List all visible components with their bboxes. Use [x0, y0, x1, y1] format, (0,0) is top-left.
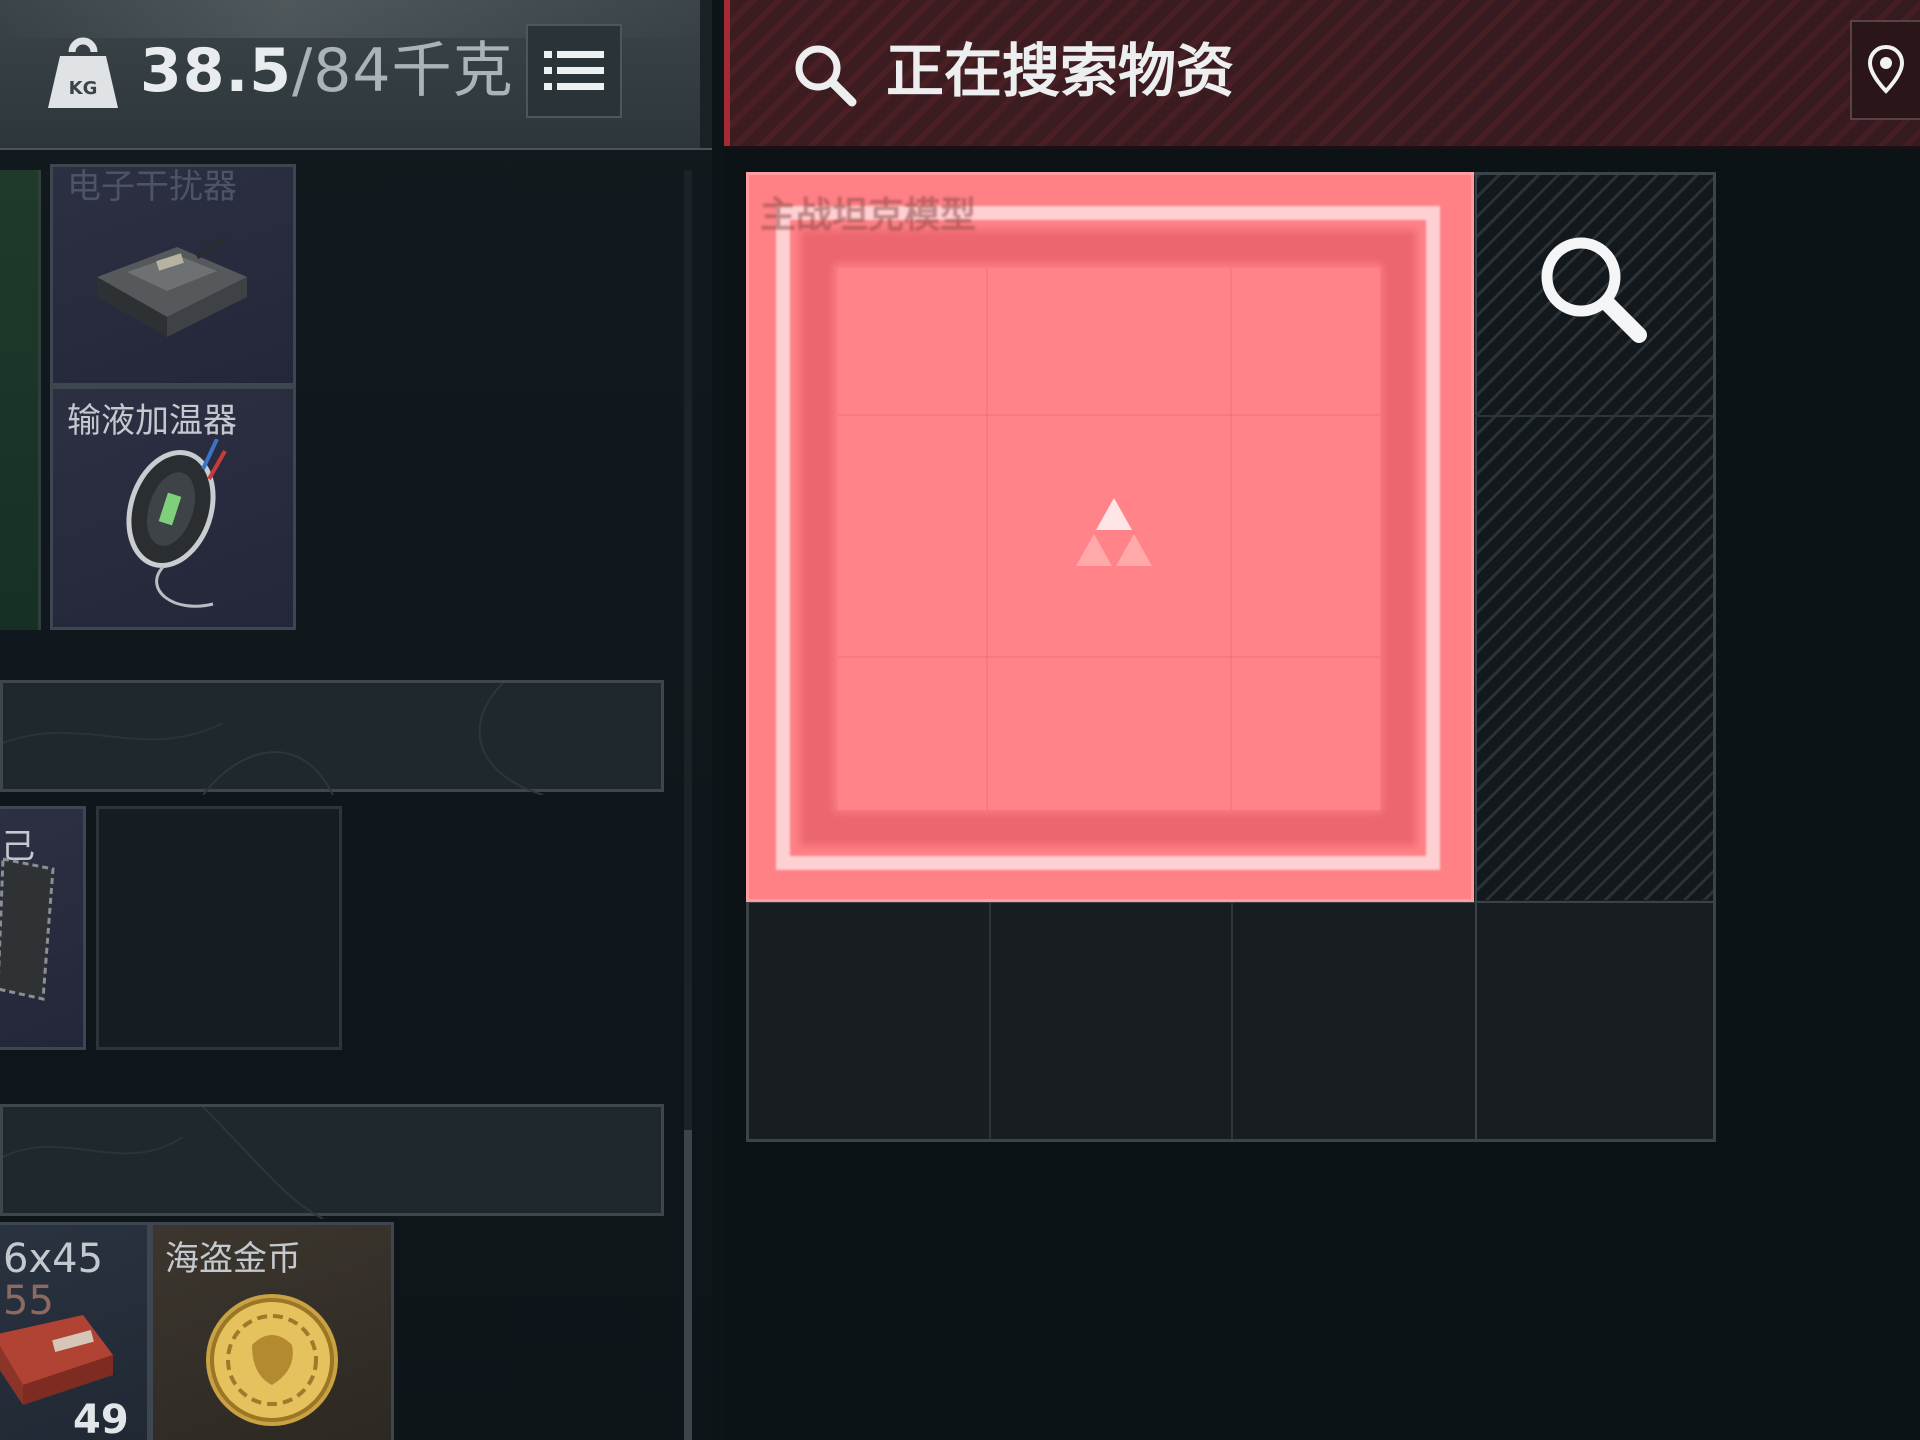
magnifier-icon	[1541, 237, 1647, 343]
carry-weight-capacity: /84千克	[292, 36, 514, 106]
inventory-panel: KG 38.5/84千克 电子干扰器 输液加温器 己 6x45 55 49 海盗…	[0, 0, 712, 1440]
inventory-slot-partial[interactable]	[0, 170, 41, 630]
ammo-label: 6x45	[3, 1236, 104, 1282]
header-divider	[700, 0, 712, 148]
topo-pattern	[3, 1107, 324, 1219]
inventory-item-jammer[interactable]: 电子干扰器	[50, 164, 296, 386]
ammo-count: 49	[73, 1397, 129, 1440]
search-icon	[795, 45, 857, 107]
inventory-item-ammo[interactable]: 6x45 55 49	[0, 1222, 150, 1440]
search-status-title: 正在搜索物资	[886, 37, 1235, 105]
inventory-item-pirate-coin[interactable]: 海盗金币	[150, 1222, 394, 1440]
rank-triangle-icon	[1076, 498, 1152, 566]
svg-text:KG: KG	[69, 78, 98, 99]
gold-coin-image	[206, 1294, 338, 1426]
list-menu-icon	[544, 51, 604, 90]
jammer-image	[97, 234, 247, 337]
search-header: 正在搜索物资	[724, 0, 1920, 149]
cell-line	[1230, 268, 1232, 810]
cell-line	[838, 414, 1380, 416]
cell-line	[838, 656, 1380, 658]
inventory-category-bar[interactable]	[0, 680, 664, 795]
cell-line	[986, 268, 988, 810]
infusion-warmer-image	[126, 439, 227, 608]
inventory-slot-empty[interactable]	[96, 806, 342, 1050]
search-panel: 正在搜索物资 主战坦克模型	[724, 0, 1920, 1440]
topo-pattern	[3, 683, 544, 795]
location-pin-icon	[1868, 45, 1904, 94]
inventory-category-bar[interactable]	[0, 1104, 664, 1219]
inventory-item-infusion-warmer[interactable]: 输液加温器	[50, 386, 296, 630]
grid-line	[1475, 415, 1713, 417]
item-label: 输液加温器	[67, 401, 237, 441]
inventory-item-partial[interactable]: 己	[0, 806, 86, 1050]
grid-line	[1475, 175, 1477, 1139]
kg-weight-icon: KG	[48, 37, 118, 108]
inventory-scrollbar-thumb[interactable]	[684, 1130, 692, 1440]
item-label: 电子干扰器	[67, 167, 237, 207]
item-label: 主战坦克模型	[760, 195, 977, 236]
vest-image	[0, 857, 55, 1001]
location-button[interactable]	[1850, 20, 1920, 120]
searched-item-tank-model[interactable]: 主战坦克模型	[746, 172, 1474, 902]
carry-weight: 38.5/84千克	[140, 38, 514, 104]
carry-weight-current: 38.5	[140, 36, 293, 106]
item-label: 海盗金币	[165, 1239, 301, 1279]
list-menu-button[interactable]	[526, 24, 622, 118]
inventory-header: KG 38.5/84千克	[0, 0, 712, 150]
